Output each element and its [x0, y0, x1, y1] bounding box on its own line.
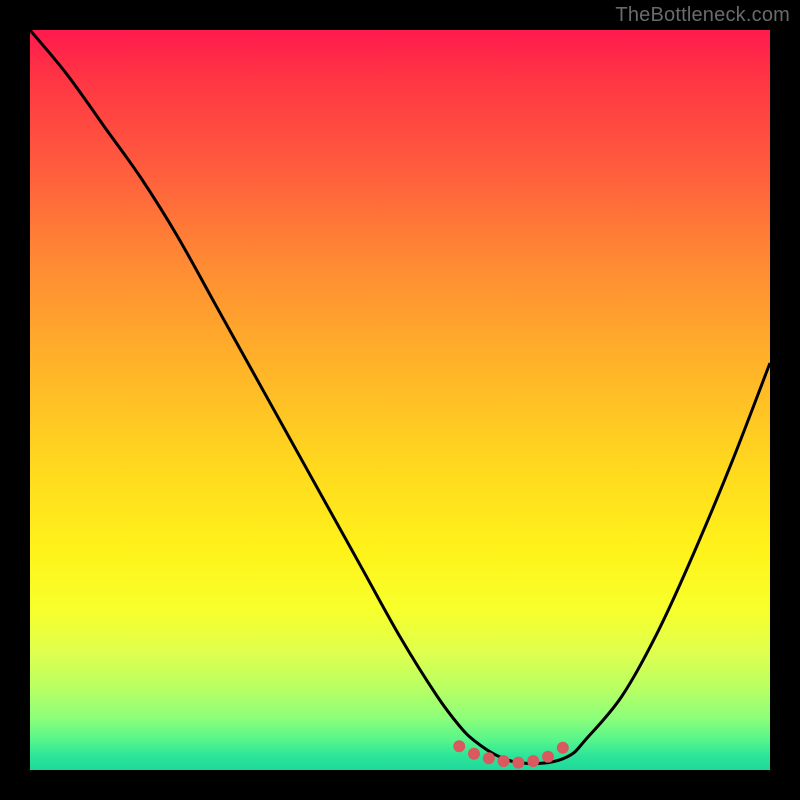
valley-marker	[468, 748, 480, 760]
valley-marker	[453, 740, 465, 752]
valley-marker	[498, 755, 510, 767]
valley-marker	[483, 752, 495, 764]
chart-frame: TheBottleneck.com	[0, 0, 800, 800]
valley-marker	[542, 751, 554, 763]
valley-marker	[557, 742, 569, 754]
plot-area	[30, 30, 770, 770]
watermark-text: TheBottleneck.com	[615, 4, 790, 27]
valley-marker	[512, 757, 524, 769]
bottleneck-curve	[30, 30, 770, 764]
valley-marker	[527, 755, 539, 767]
curve-svg	[30, 30, 770, 770]
valley-markers	[453, 740, 569, 768]
